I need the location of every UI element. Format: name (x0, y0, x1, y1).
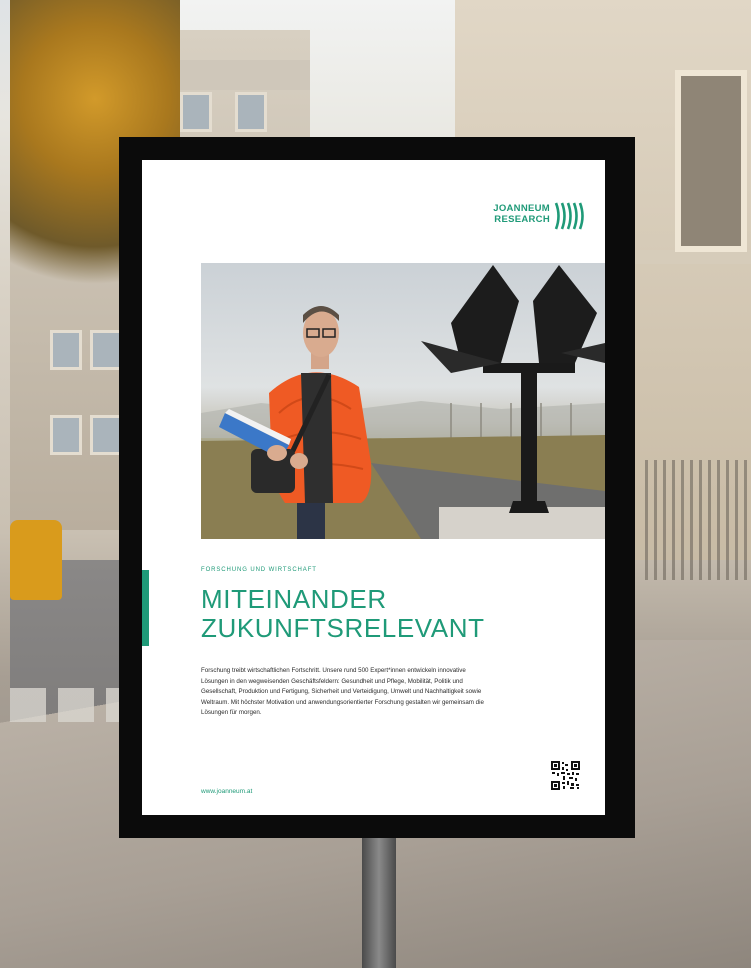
stripes-logo-icon (554, 202, 584, 230)
eyebrow-text: FORSCHUNG UND WIRTSCHAFT (201, 567, 317, 573)
headline-line1: MITEINANDER (201, 584, 387, 614)
joanneum-logo: JOANNEUM RESEARCH (478, 199, 588, 237)
window (50, 415, 82, 455)
poster: JOANNEUM RESEARCH FORSCHUNG UND WIRTSCHA… (142, 160, 605, 815)
poster-pole (362, 830, 396, 968)
accent-bar (142, 570, 149, 646)
window (90, 330, 122, 370)
headline-line2: ZUKUNFTSRELEVANT (201, 613, 485, 643)
qr-code-icon (551, 761, 580, 790)
window (90, 415, 122, 455)
window (675, 70, 747, 252)
website-url: www.joanneum.at (201, 788, 253, 795)
window (50, 330, 82, 370)
street-scene: JOANNEUM RESEARCH FORSCHUNG UND WIRTSCHA… (0, 0, 751, 968)
body-text: Forschung treibt wirtschaftlichen Fortsc… (201, 667, 484, 717)
logo-line2: RESEARCH (494, 214, 550, 225)
logo-line1: JOANNEUM (493, 203, 550, 214)
window (180, 92, 212, 132)
window (235, 92, 267, 132)
fence (645, 460, 751, 580)
photo (201, 263, 605, 539)
photo-illustration (201, 265, 605, 539)
headline: MITEINANDER ZUKUNFTSRELEVANT (201, 585, 581, 643)
crosswalk (10, 688, 120, 722)
taxi-car (10, 520, 62, 600)
